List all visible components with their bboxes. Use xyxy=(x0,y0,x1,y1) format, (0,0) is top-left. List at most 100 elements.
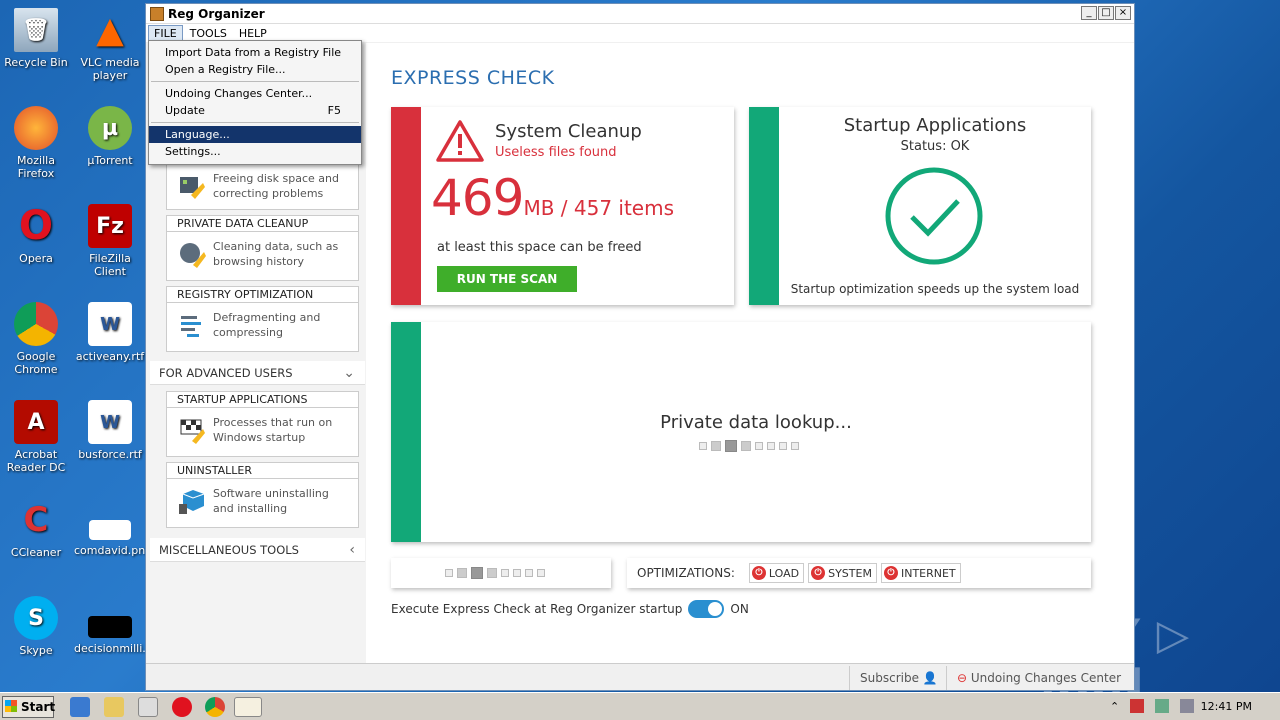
desktop-icon-acrobat[interactable]: A Acrobat Reader DC xyxy=(0,400,72,474)
desktop-icon-skype[interactable]: S Skype xyxy=(0,596,72,657)
menu-item-settings[interactable]: Settings... xyxy=(149,143,361,160)
sidebar-item-uninstaller[interactable]: UNINSTALLER Software uninstalling and ins… xyxy=(166,462,359,528)
taskbar-clock[interactable]: 12:41 PM xyxy=(1201,700,1252,713)
sidebar-desc: correcting problems xyxy=(213,187,324,200)
loading-dot xyxy=(525,569,533,577)
sidebar-desc: Windows startup xyxy=(213,431,306,444)
power-icon: ⏻ xyxy=(883,566,898,580)
desktop-icon-opera[interactable]: O Opera xyxy=(0,203,72,265)
page-title: EXPRESS CHECK xyxy=(391,67,555,89)
desktop-icon-vlc[interactable]: ▲ VLC media player xyxy=(74,8,146,83)
chevron-down-icon: ⌄ xyxy=(343,365,355,381)
loading-indicator xyxy=(699,440,799,452)
menu-separator xyxy=(151,81,359,82)
loading-dot xyxy=(741,441,751,451)
desktop-icon-ccleaner[interactable]: C CCleaner xyxy=(0,498,72,559)
optimization-load-button[interactable]: ⏻ LOAD xyxy=(748,563,805,583)
sidebar-item-title: PRIVATE DATA CLEANUP xyxy=(167,216,358,232)
opera-taskbar-icon[interactable] xyxy=(172,697,192,717)
loading-dot xyxy=(487,568,497,578)
tray-network-icon[interactable] xyxy=(1155,699,1169,713)
chrome-taskbar-icon[interactable] xyxy=(205,697,225,717)
warning-icon xyxy=(435,119,485,166)
menu-item-open-registry[interactable]: Open a Registry File... xyxy=(149,61,361,78)
sidebar-item-private-data[interactable]: PRIVATE DATA CLEANUP Cleaning data, such… xyxy=(166,215,359,281)
menu-item-import-registry[interactable]: Import Data from a Registry File xyxy=(149,44,361,61)
menu-tools[interactable]: TOOLS xyxy=(185,26,232,41)
filezilla-icon: Fz xyxy=(88,204,132,248)
recycle-bin-icon: 🗑 xyxy=(14,8,58,52)
maximize-button[interactable]: □ xyxy=(1098,6,1114,20)
minimize-button[interactable]: _ xyxy=(1081,6,1097,20)
reg-organizer-taskbar-icon[interactable] xyxy=(234,697,262,717)
sidebar-item-startup-applications[interactable]: STARTUP APPLICATIONS Processes that run … xyxy=(166,391,359,457)
status-bar: Subscribe 👤 ⊖ Undoing Changes Center xyxy=(146,663,1134,690)
sidebar-item-system-cleanup[interactable]: Freeing disk space and correcting problem… xyxy=(166,161,359,210)
tray-expand-icon[interactable]: ⌃ xyxy=(1110,700,1119,713)
vlc-icon: ▲ xyxy=(96,9,124,51)
sidebar-item-title: UNINSTALLER xyxy=(167,463,358,479)
utorrent-icon: µ xyxy=(88,106,132,150)
menu-item-undoing-center[interactable]: Undoing Changes Center... xyxy=(149,85,361,102)
menu-help[interactable]: HELP xyxy=(234,26,272,41)
desktop-icon-decisionmilli[interactable]: decisionmilli... xyxy=(74,596,153,655)
menu-item-shortcut: F5 xyxy=(327,104,341,117)
loading-dot xyxy=(779,442,787,450)
file-icon xyxy=(88,616,132,638)
desktop-icon-utorrent[interactable]: µ µTorrent xyxy=(74,106,146,167)
card-strip xyxy=(391,107,421,305)
sidebar-desc: Defragmenting and xyxy=(213,311,321,324)
loading-dot xyxy=(501,569,509,577)
toggle-knob xyxy=(708,602,723,616)
menu-separator xyxy=(151,122,359,123)
explorer-taskbar-icon[interactable] xyxy=(104,697,124,717)
sidebar-desc: and installing xyxy=(213,502,288,515)
sidebar-desc: browsing history xyxy=(213,255,305,268)
optimization-label: LOAD xyxy=(768,566,800,580)
power-icon: ⏻ xyxy=(811,566,826,580)
card-subtitle: Useless files found xyxy=(495,145,617,160)
close-button[interactable]: × xyxy=(1115,6,1131,20)
menu-item-language[interactable]: Language... xyxy=(149,126,361,143)
section-misc-tools[interactable]: MISCELLANEOUS TOOLS ‹ xyxy=(150,538,365,562)
ie-taskbar-icon[interactable] xyxy=(70,697,90,717)
optimizations-label: OPTIMIZATIONS: xyxy=(637,566,735,580)
sidebar-item-registry-optimization[interactable]: REGISTRY OPTIMIZATION Defragmenting and c… xyxy=(166,286,359,352)
startup-toggle-switch[interactable] xyxy=(688,600,725,618)
menu-item-label: Language... xyxy=(165,128,230,141)
desktop-icon-comdavid[interactable]: comdavid.png xyxy=(74,498,152,557)
tray-security-icon[interactable] xyxy=(1130,699,1144,713)
optimization-internet-button[interactable]: ⏻ INTERNET xyxy=(880,563,961,583)
progress-card xyxy=(391,558,611,588)
sidebar-desc: Software uninstalling xyxy=(213,487,329,500)
start-label: Start xyxy=(21,700,56,714)
loading-dot xyxy=(791,442,799,450)
loading-dot xyxy=(711,441,721,451)
desktop-icon-busforce[interactable]: W busforce.rtf xyxy=(74,400,146,461)
desktop-icon-activeany[interactable]: W activeany.rtf xyxy=(74,302,146,363)
card-note: at least this space can be freed xyxy=(437,240,642,255)
section-advanced-users[interactable]: FOR ADVANCED USERS ⌄ xyxy=(150,361,365,385)
menu-item-label: Undoing Changes Center... xyxy=(165,87,313,100)
private-data-card: Private data lookup... xyxy=(391,322,1091,542)
undoing-changes-button[interactable]: ⊖ Undoing Changes Center xyxy=(946,666,1134,690)
run-scan-button[interactable]: RUN THE SCAN xyxy=(437,266,577,292)
system-cleanup-card: System Cleanup Useless files found 469MB… xyxy=(391,107,734,305)
desktop-icon-firefox[interactable]: Mozilla Firefox xyxy=(0,106,72,180)
menu-item-update[interactable]: Update F5 xyxy=(149,102,361,119)
subscribe-button[interactable]: Subscribe 👤 xyxy=(849,666,948,690)
card-strip xyxy=(391,322,421,542)
optimization-label: SYSTEM xyxy=(828,566,872,580)
desktop-icon-recycle-bin[interactable]: 🗑 Recycle Bin xyxy=(0,8,72,69)
media-player-taskbar-icon[interactable] xyxy=(138,697,158,717)
card-note: Startup optimization speeds up the syste… xyxy=(790,282,1080,296)
menu-file[interactable]: FILE xyxy=(148,24,183,42)
desktop-icon-chrome[interactable]: Google Chrome xyxy=(0,302,72,376)
optimization-label: INTERNET xyxy=(900,566,956,580)
tray-volume-icon[interactable] xyxy=(1180,699,1194,713)
startup-status: Status: OK xyxy=(900,139,970,154)
desktop-icon-filezilla[interactable]: Fz FileZilla Client xyxy=(74,204,146,278)
taskbar: Start ⌃ 12:41 PM xyxy=(0,692,1280,720)
optimization-system-button[interactable]: ⏻ SYSTEM xyxy=(808,563,877,583)
sidebar-desc: Cleaning data, such as xyxy=(213,240,339,253)
